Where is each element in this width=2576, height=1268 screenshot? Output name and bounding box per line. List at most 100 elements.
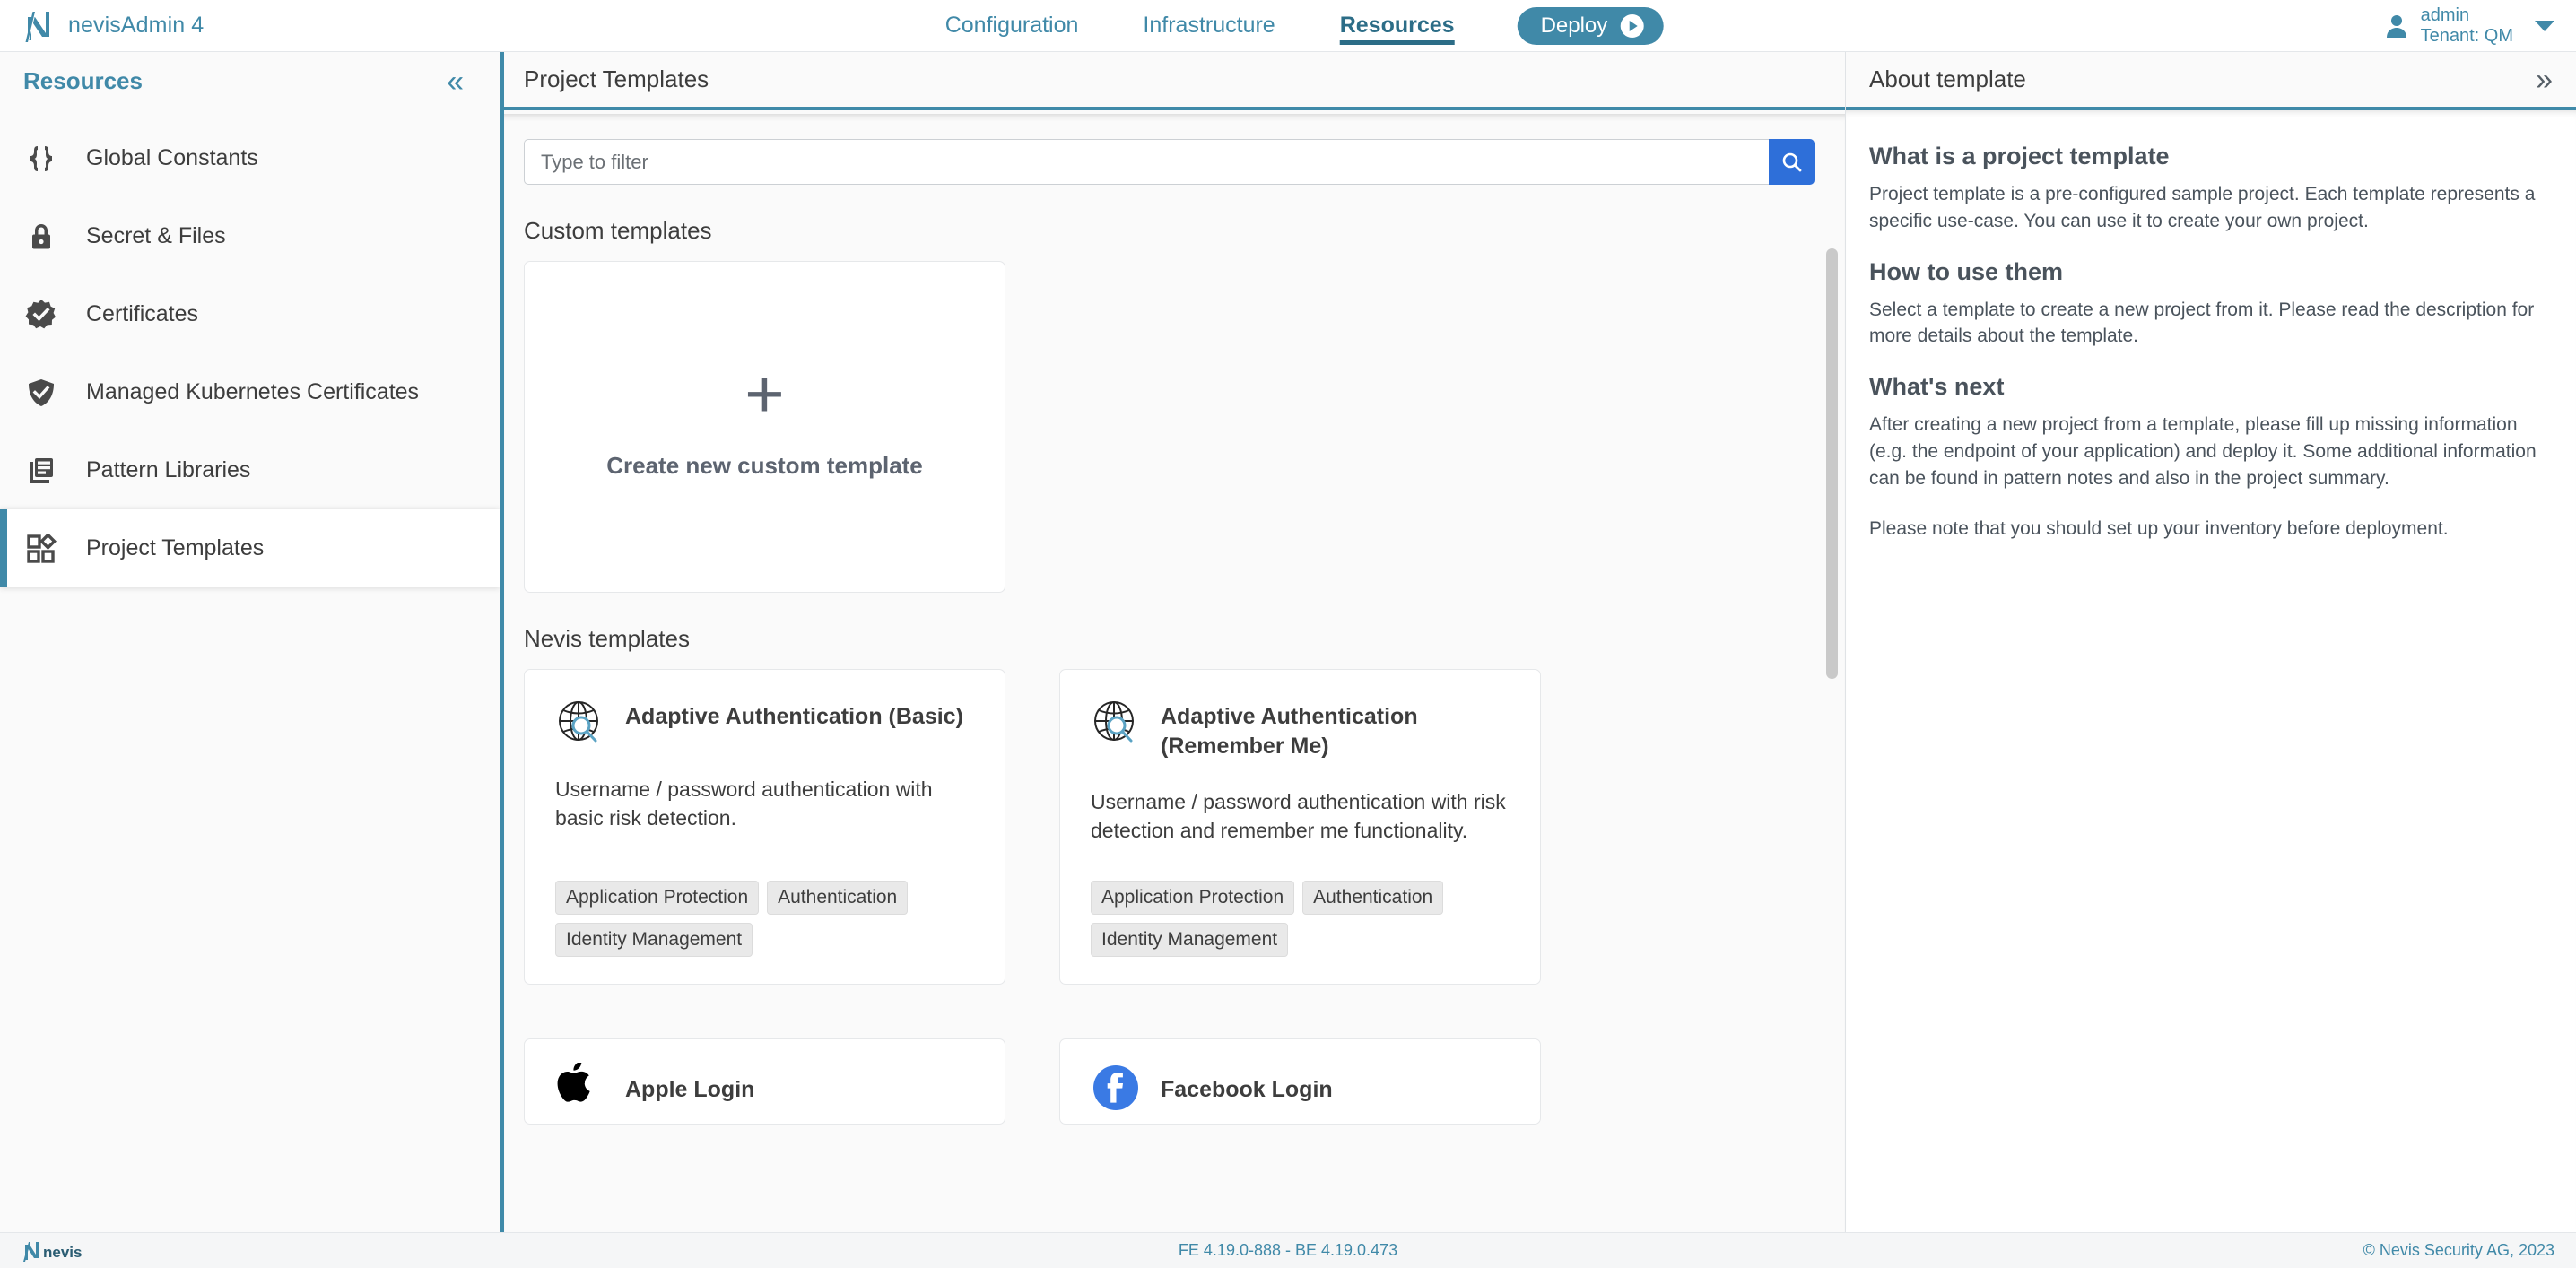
sidebar-item-label: Pattern Libraries: [86, 457, 250, 483]
top-navigation: Configuration Infrastructure Resources D…: [913, 0, 1664, 52]
tag: Application Protection: [1091, 881, 1294, 915]
globe-magnifier-icon: [1091, 699, 1141, 749]
card-header: Adaptive Authentication (Basic): [555, 699, 974, 749]
topnav-item-infrastructure[interactable]: Infrastructure: [1110, 0, 1307, 52]
sidebar-item-pattern-libraries[interactable]: Pattern Libraries: [0, 431, 500, 509]
about-heading: How to use them: [1869, 258, 2553, 286]
about-text: Select a template to create a new projec…: [1869, 297, 2553, 351]
about-text: Project template is a pre-configured sam…: [1869, 181, 2553, 235]
tag: Identity Management: [555, 923, 753, 957]
footer-bar: nevis FE 4.19.0-888 - BE 4.19.0.473 © Ne…: [0, 1232, 2576, 1268]
template-card-facebook-login[interactable]: Facebook Login: [1059, 1038, 1541, 1125]
card-description: Username / password authentication with …: [1091, 788, 1510, 845]
user-menu[interactable]: admin Tenant: QM: [2385, 0, 2554, 52]
tag: Authentication: [1302, 881, 1443, 915]
user-tenant: Tenant: QM: [2421, 26, 2513, 47]
template-card-adaptive-authentication-remember-me[interactable]: Adaptive Authentication (Remember Me) Us…: [1059, 669, 1541, 985]
about-note: Please note that you should set up your …: [1869, 516, 2553, 543]
tag: Identity Management: [1091, 923, 1288, 957]
footer-copyright: © Nevis Security AG, 2023: [2363, 1241, 2554, 1260]
library-books-icon: [23, 453, 59, 489]
about-panel-body: What is a project template Project templ…: [1846, 110, 2576, 1229]
card-title: Apple Login: [625, 1072, 754, 1105]
templates-scroll-area[interactable]: Custom templates + Create new custom tem…: [504, 114, 1845, 1232]
template-card-apple-login[interactable]: Apple Login: [524, 1038, 1005, 1125]
panel-header: Project Templates: [504, 52, 1845, 110]
sidebar-item-secret-and-files[interactable]: Secret & Files: [0, 197, 500, 275]
card-description: Username / password authentication with …: [555, 776, 974, 832]
filter-row: [504, 114, 1845, 185]
card-title: Facebook Login: [1161, 1072, 1333, 1105]
nevis-logo-icon: [23, 10, 54, 42]
templates-grid-icon: [23, 531, 59, 567]
app-brand[interactable]: nevisAdmin 4: [0, 10, 502, 42]
play-circle-icon: [1620, 14, 1643, 38]
deploy-button[interactable]: Deploy: [1518, 7, 1664, 45]
about-template-panel: About template » What is a project templ…: [1846, 52, 2576, 1232]
lock-icon: [23, 219, 59, 255]
about-heading: What's next: [1869, 373, 2553, 401]
sidebar-item-label: Project Templates: [86, 535, 264, 561]
card-header: Adaptive Authentication (Remember Me): [1091, 699, 1510, 761]
create-template-label: Create new custom template: [606, 452, 923, 480]
custom-templates-grid: + Create new custom template: [504, 261, 1845, 593]
about-panel-header: About template »: [1846, 52, 2576, 110]
about-block: How to use them Select a template to cre…: [1869, 258, 2553, 351]
vertical-scrollbar[interactable]: [1826, 248, 1838, 679]
top-bar: nevisAdmin 4 Configuration Infrastructur…: [0, 0, 2576, 52]
deploy-button-label: Deploy: [1541, 13, 1608, 39]
sidebar-item-label: Secret & Files: [86, 223, 226, 249]
sidebar-title: Resources: [23, 67, 143, 95]
card-tags: Application Protection Authentication Id…: [555, 848, 974, 957]
user-name: admin: [2421, 5, 2469, 25]
chevron-down-icon[interactable]: [2535, 21, 2554, 31]
certificate-badge-icon: [23, 297, 59, 333]
sidebar: Resources « Global Constants: [0, 52, 500, 1232]
about-text: After creating a new project from a temp…: [1869, 412, 2553, 491]
nevis-templates-heading: Nevis templates: [504, 593, 1845, 669]
facebook-logo-icon: [1091, 1063, 1141, 1113]
template-card-adaptive-authentication-basic[interactable]: Adaptive Authentication (Basic) Username…: [524, 669, 1005, 985]
chevron-double-left-icon[interactable]: «: [447, 66, 464, 97]
custom-templates-heading: Custom templates: [504, 185, 1845, 261]
nevis-wordmark-icon: nevis: [22, 1240, 104, 1262]
user-info: admin Tenant: QM: [2421, 5, 2513, 47]
sidebar-item-label: Certificates: [86, 301, 198, 327]
search-icon: [1780, 151, 1804, 174]
shield-check-icon: [23, 375, 59, 411]
topnav-item-configuration[interactable]: Configuration: [913, 0, 1111, 52]
card-title: Adaptive Authentication (Remember Me): [1161, 699, 1510, 761]
sidebar-item-certificates[interactable]: Certificates: [0, 275, 500, 353]
about-heading: What is a project template: [1869, 143, 2553, 170]
sidebar-header: Resources «: [0, 52, 500, 110]
footer-version: FE 4.19.0-888 - BE 4.19.0.473: [1179, 1241, 1397, 1260]
plus-icon: +: [744, 374, 784, 415]
sidebar-item-label: Global Constants: [86, 145, 258, 171]
user-avatar-icon: [2385, 13, 2408, 39]
chevron-double-right-icon[interactable]: »: [2536, 65, 2553, 95]
nevis-templates-grid: Adaptive Authentication (Basic) Username…: [504, 669, 1845, 1125]
braces-icon: [23, 141, 59, 177]
sidebar-item-managed-kubernetes-certificates[interactable]: Managed Kubernetes Certificates: [0, 353, 500, 431]
sidebar-item-global-constants[interactable]: Global Constants: [0, 119, 500, 197]
body-area: Resources « Global Constants: [0, 52, 2576, 1232]
about-panel-title: About template: [1869, 65, 2026, 93]
tag: Application Protection: [555, 881, 759, 915]
globe-magnifier-icon: [555, 699, 605, 749]
sidebar-list: Global Constants Secret & Files: [0, 110, 500, 587]
search-input[interactable]: [524, 139, 1769, 185]
search-button[interactable]: [1769, 139, 1815, 185]
create-new-custom-template-card[interactable]: + Create new custom template: [524, 261, 1005, 593]
topnav-item-resources[interactable]: Resources: [1308, 0, 1487, 52]
svg-text:nevis: nevis: [43, 1244, 82, 1261]
sidebar-item-label: Managed Kubernetes Certificates: [86, 379, 419, 405]
app-name: nevisAdmin 4: [68, 13, 204, 39]
project-templates-panel: Project Templates Custom templates + Cre…: [500, 52, 1846, 1232]
apple-logo-icon: [555, 1063, 605, 1113]
card-title: Adaptive Authentication (Basic): [625, 699, 963, 732]
page-title: Project Templates: [524, 65, 709, 93]
about-block: What's next After creating a new project…: [1869, 373, 2553, 491]
card-tags: Application Protection Authentication Id…: [1091, 848, 1510, 957]
tag: Authentication: [767, 881, 908, 915]
sidebar-item-project-templates[interactable]: Project Templates: [0, 509, 500, 587]
